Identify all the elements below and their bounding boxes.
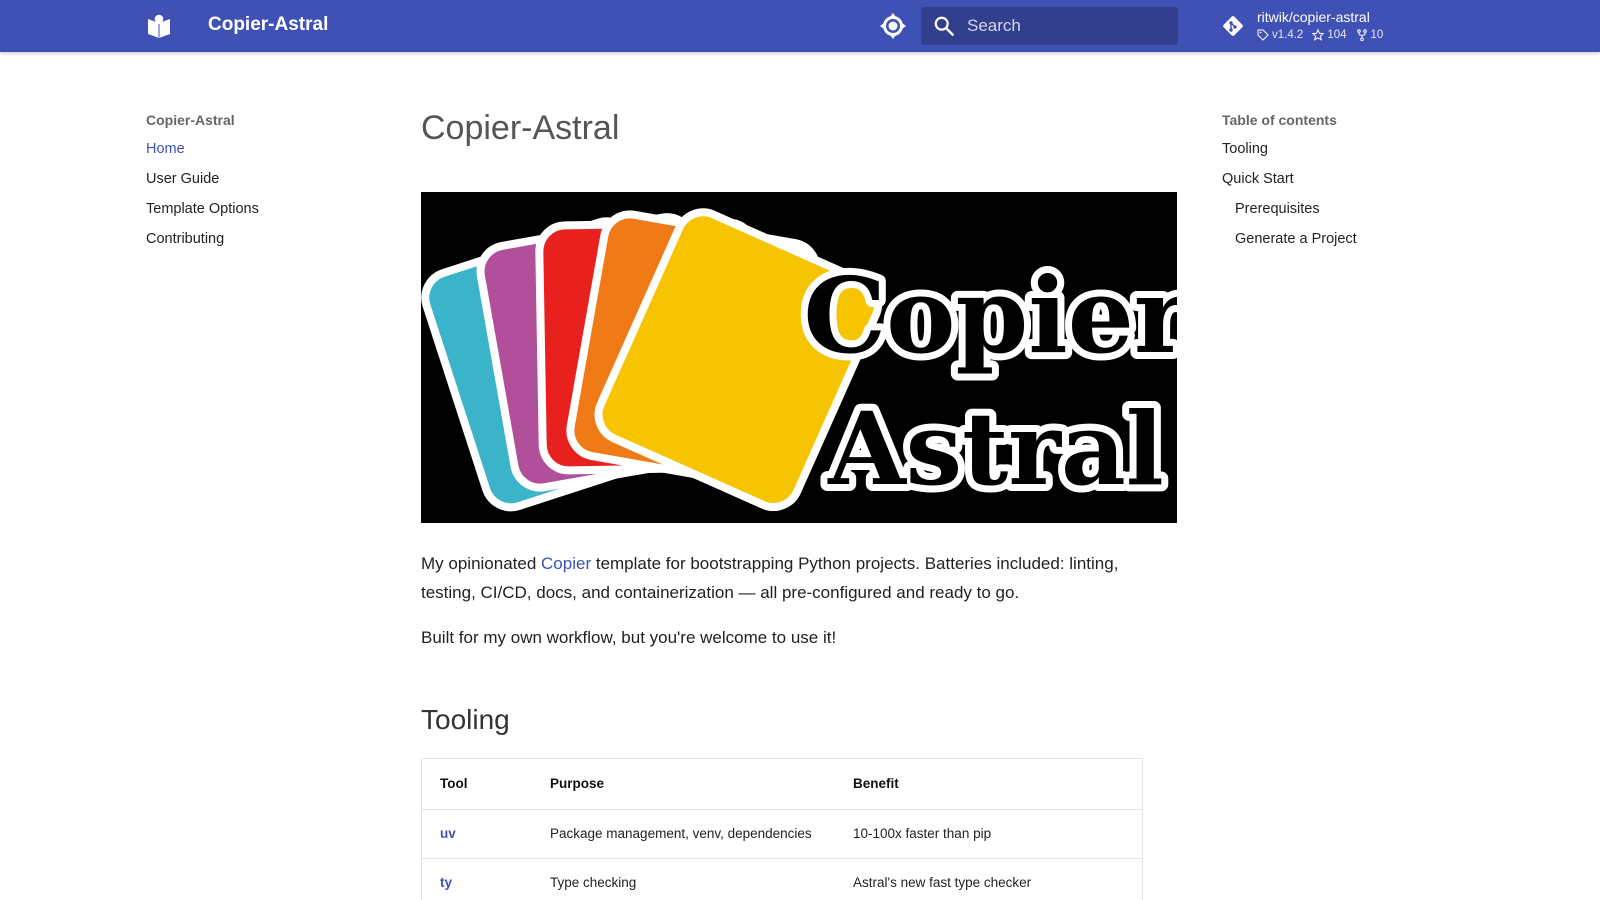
repo-link[interactable]: ritwik/copier-astral v1.4.2 104 10 [1221,9,1421,45]
column-header-purpose[interactable]: Purpose [532,759,835,810]
tool-link-ty[interactable]: ty [440,875,452,890]
column-header-tool[interactable]: Tool [422,759,532,810]
table-cell-purpose: Package management, venv, dependencies [532,809,835,859]
toc-item-prerequisites[interactable]: Prerequisites [1222,199,1462,229]
table-cell-benefit: Astral's new fast type checker [835,858,1142,900]
workflow-note: Built for my own workflow, but you're we… [421,628,837,647]
nav-item-template-options[interactable]: Template Options [146,199,386,229]
toc-item-generate-a-project[interactable]: Generate a Project [1222,229,1462,259]
table-of-contents: Table of contents Tooling Quick Start Pr… [1222,112,1462,259]
primary-navigation: Copier-Astral Home User Guide Template O… [146,112,386,259]
repo-forks-value: 10 [1370,29,1384,41]
repo-version-value: v1.4.2 [1272,29,1304,41]
nav-item-contributing[interactable]: Contributing [146,229,386,259]
main-content: Copier-Astral Copier Astral My opinionat… [421,106,1177,900]
repo-stars: 104 [1312,29,1347,41]
column-header-benefit[interactable]: Benefit [835,759,1142,810]
nav-title: Copier-Astral [146,112,235,128]
tool-link-uv[interactable]: uv [440,826,456,841]
star-icon [1312,29,1325,41]
toc-item-quick-start[interactable]: Quick Start [1222,169,1462,199]
repo-facts: v1.4.2 104 10 [1257,29,1383,41]
table-row: ty Type checking Astral's new fast type … [422,858,1142,900]
table-row: uv Package management, venv, dependencie… [422,809,1142,859]
page-title: Copier-Astral [421,109,620,147]
search-input[interactable] [967,7,1167,45]
table-cell-tool: ty [422,858,532,900]
search-icon [934,16,954,36]
hero-word-astral: Astral [827,390,1164,508]
repo-forks: 10 [1356,29,1384,41]
copier-astral-logo-banner: Copier Astral [421,192,1177,523]
nav-item-home[interactable]: Home [146,139,386,169]
fork-icon [1356,29,1367,41]
toc-item-tooling[interactable]: Tooling [1222,139,1462,169]
git-icon [1223,16,1243,36]
copier-link[interactable]: Copier [541,554,591,573]
table-header-row: Tool Purpose Benefit [422,759,1142,810]
repo-version: v1.4.2 [1257,29,1303,41]
table-cell-tool: uv [422,809,532,859]
book-logo-icon[interactable] [146,14,172,38]
intro-text-before: My opinionated [421,554,542,573]
table-cell-purpose: Type checking [532,858,835,900]
tooling-table-wrapper: Tool Purpose Benefit uv Package manageme… [421,758,1143,900]
repo-name: ritwik/copier-astral [1257,9,1370,25]
tooling-heading: Tooling [421,704,510,735]
repo-stars-value: 104 [1327,29,1347,41]
table-cell-benefit: 10-100x faster than pip [835,809,1142,859]
top-bar: Copier-Astral ritwik/copier-astral [0,0,1600,52]
search-box[interactable] [921,7,1178,45]
site-title[interactable]: Copier-Astral [208,14,328,36]
intro-paragraph: My opinionated Copier template for boots… [421,549,1177,607]
nav-item-user-guide[interactable]: User Guide [146,169,386,199]
hero-word-copier: Copier [803,254,1177,377]
brightness-icon[interactable] [879,12,907,40]
tooling-table: Tool Purpose Benefit uv Package manageme… [422,759,1142,900]
tag-icon [1257,29,1269,41]
toc-title: Table of contents [1222,112,1337,128]
